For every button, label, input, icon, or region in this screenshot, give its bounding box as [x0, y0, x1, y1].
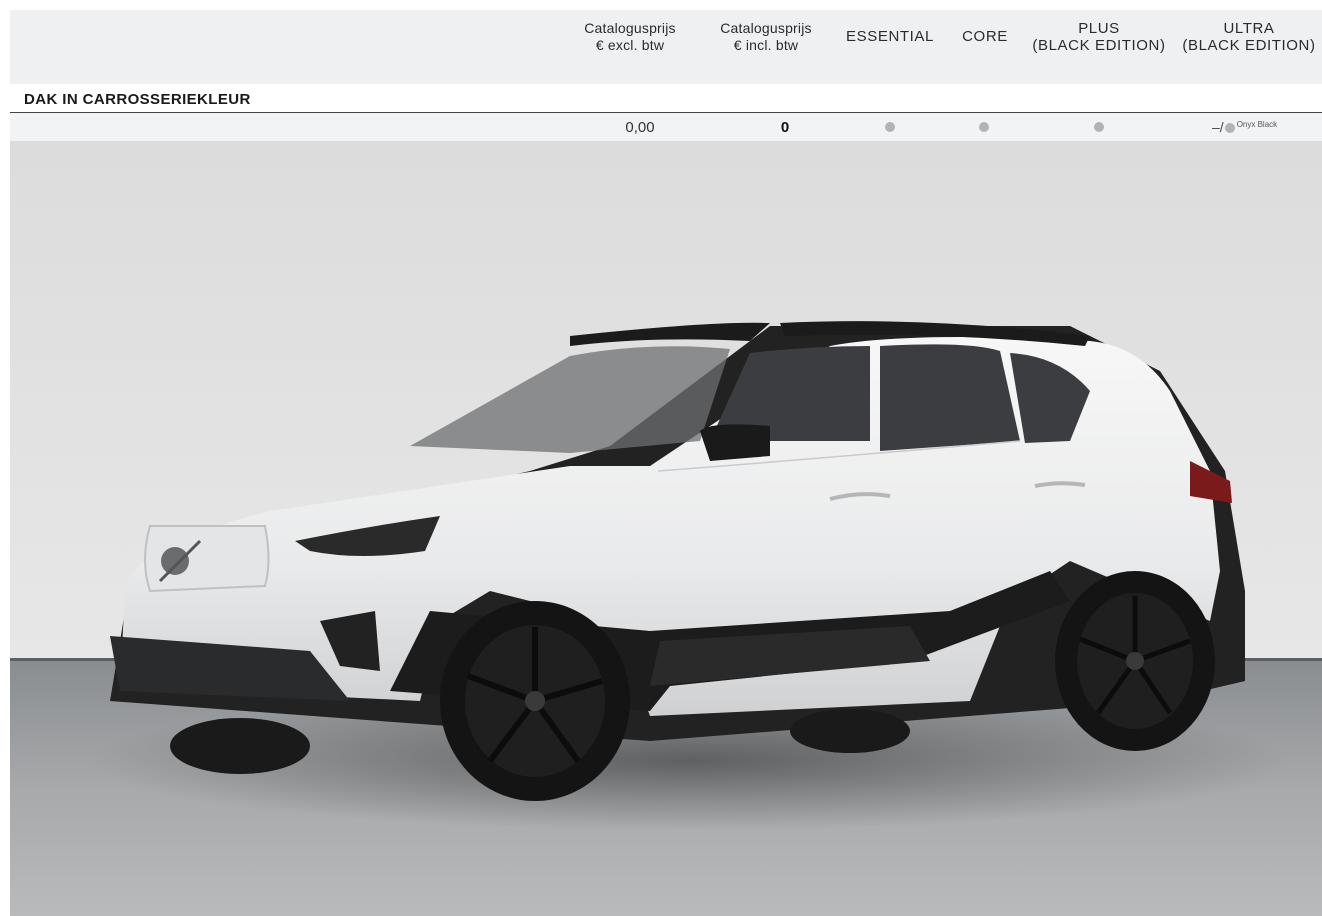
ultra-standard-dot	[1224, 123, 1235, 133]
section-title: DAK IN CARROSSERIEKLEUR	[24, 91, 251, 108]
core-standard-dot	[979, 122, 989, 132]
essential-standard-dot	[885, 122, 895, 132]
header-plus-edition: (BLACK EDITION)	[1032, 37, 1166, 54]
ultra-prefix: –/	[1212, 119, 1224, 135]
price-excl-value: 0,00	[625, 119, 655, 136]
header-core: CORE	[952, 28, 1018, 45]
header-ultra: ULTRA (BLACK EDITION)	[1176, 20, 1322, 54]
header-price-excl-unit: € excl. btw	[595, 37, 665, 53]
header-core-label: CORE	[962, 28, 1008, 45]
header-price-incl-unit: € incl. btw	[733, 37, 799, 53]
plus-standard-dot	[1094, 122, 1104, 132]
ultra-value: –/ Onyx Black	[1212, 119, 1277, 135]
header-plus: PLUS (BLACK EDITION)	[1026, 20, 1172, 54]
header-plus-label: PLUS	[1078, 20, 1120, 37]
header-essential-label: ESSENTIAL	[846, 28, 934, 45]
header-price-excl-label: Catalogusprijs	[584, 20, 676, 36]
car-photo	[10, 141, 1322, 916]
header-price-incl: Catalogusprijs € incl. btw	[703, 20, 829, 54]
header-ultra-edition: (BLACK EDITION)	[1182, 37, 1316, 54]
ultra-note: Onyx Black	[1236, 120, 1278, 129]
header-ultra-label: ULTRA	[1223, 20, 1275, 37]
header-price-incl-label: Catalogusprijs	[720, 20, 812, 36]
price-incl-value: 0	[780, 119, 790, 136]
header-price-excl: Catalogusprijs € excl. btw	[566, 20, 694, 54]
header-essential: ESSENTIAL	[838, 28, 942, 45]
